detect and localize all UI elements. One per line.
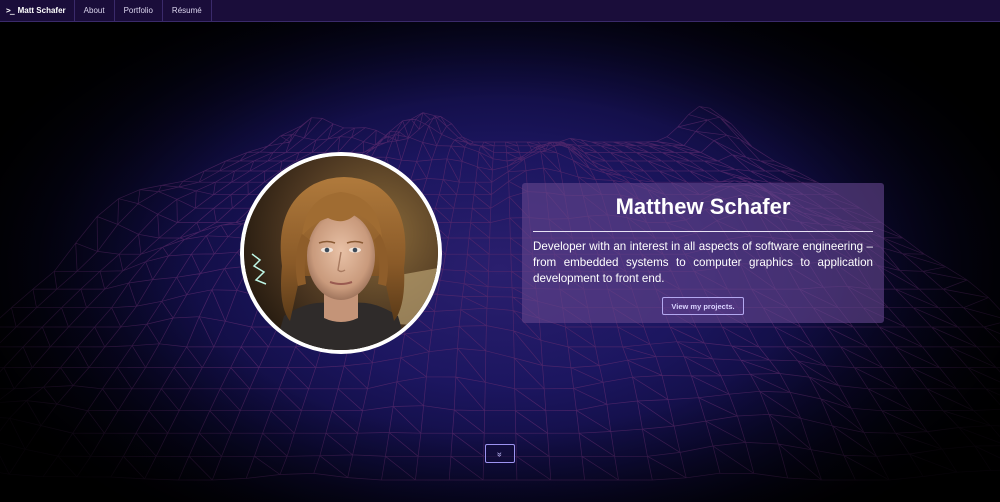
hero-description: Developer with an interest in all aspect… (533, 240, 873, 285)
navbar: >_ Matt Schafer About Portfolio Résumé (0, 0, 1000, 22)
brand-link[interactable]: >_ Matt Schafer (0, 0, 74, 21)
card-divider (533, 231, 873, 232)
nav-item-about[interactable]: About (73, 0, 114, 21)
intro-card: Matthew Schafer Developer with an intere… (522, 183, 884, 323)
profile-photo (240, 152, 442, 354)
terminal-icon: >_ (6, 6, 15, 15)
double-chevron-down-icon: » (495, 451, 506, 458)
page: >_ Matt Schafer About Portfolio Résumé M… (0, 0, 1000, 502)
nav-item-resume[interactable]: Résumé (161, 0, 212, 21)
view-projects-button[interactable]: View my projects. (662, 297, 744, 315)
scroll-down-button[interactable]: » (485, 444, 515, 463)
brand-label: Matt Schafer (17, 6, 66, 15)
hero-name: Matthew Schafer (615, 194, 791, 219)
nav-item-portfolio[interactable]: Portfolio (113, 0, 162, 21)
